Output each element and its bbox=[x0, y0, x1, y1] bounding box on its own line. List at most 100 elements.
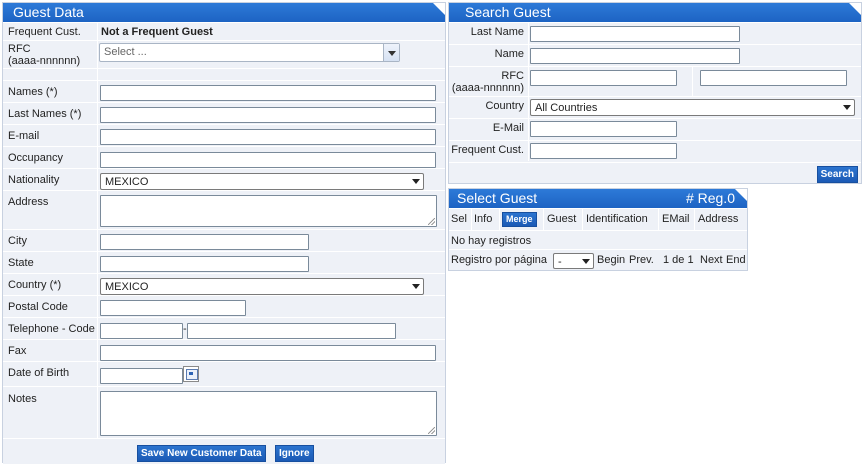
search-rfc-input-1[interactable] bbox=[530, 70, 677, 86]
fax-label: Fax bbox=[8, 345, 27, 357]
state-row: State bbox=[3, 251, 445, 273]
search-rfc-input-2[interactable] bbox=[700, 70, 847, 86]
per-page-select[interactable]: - bbox=[553, 253, 594, 269]
country-select[interactable]: MEXICO bbox=[100, 278, 424, 295]
state-input[interactable] bbox=[100, 256, 309, 272]
rfc-select[interactable]: Select ... bbox=[99, 43, 400, 62]
guest-data-title: Guest Data bbox=[13, 4, 84, 20]
col-sep bbox=[694, 209, 695, 230]
telephone-label: Telephone - Code bbox=[8, 323, 95, 335]
notes-textarea[interactable] bbox=[100, 391, 437, 436]
telephone-input[interactable] bbox=[100, 323, 183, 339]
pagination-page-info: 1 de 1 bbox=[663, 254, 694, 266]
rfc-label-line2: (aaaa-nnnnnn) bbox=[8, 55, 81, 67]
names-row: Names (*) bbox=[3, 80, 445, 102]
select-guest-title: Select Guest bbox=[457, 190, 538, 206]
telephone-row: Telephone - Code - bbox=[3, 317, 445, 339]
occupancy-label: Occupancy bbox=[8, 152, 64, 164]
empty-message: No hay registros bbox=[451, 235, 532, 247]
chevron-down-icon bbox=[412, 179, 420, 184]
last-names-input[interactable] bbox=[100, 107, 436, 123]
email-input[interactable] bbox=[100, 129, 436, 145]
telephone-code-input[interactable] bbox=[187, 323, 396, 339]
search-last-name-row: Last Name bbox=[449, 22, 861, 44]
search-frequent-input[interactable] bbox=[530, 143, 677, 159]
fax-row: Fax bbox=[3, 339, 445, 361]
buttons-row: Save New Customer Data Ignore bbox=[3, 438, 445, 464]
search-rfc-row: RFC (aaaa-nnnnnn) bbox=[449, 66, 861, 96]
search-email-input[interactable] bbox=[530, 121, 677, 137]
search-country-label: Country bbox=[485, 100, 524, 112]
col-sep bbox=[658, 209, 659, 230]
col-sep bbox=[543, 209, 544, 230]
postal-row: Postal Code bbox=[3, 295, 445, 317]
frequent-row: Frequent Cust. Not a Frequent Guest bbox=[3, 22, 445, 40]
select-guest-panel: Select Guest # Reg.0 Sel Info Merge Gues… bbox=[448, 188, 748, 271]
calendar-icon[interactable] bbox=[183, 366, 199, 382]
ignore-button[interactable]: Ignore bbox=[275, 445, 314, 462]
nationality-select[interactable]: MEXICO bbox=[100, 173, 424, 190]
fax-input[interactable] bbox=[100, 345, 436, 361]
guest-data-panel: Guest Data Frequent Cust. Not a Frequent… bbox=[2, 2, 446, 464]
search-last-name-label: Last Name bbox=[470, 26, 524, 38]
column-email[interactable]: EMail bbox=[662, 209, 690, 230]
country-value: MEXICO bbox=[105, 281, 149, 293]
search-guest-panel: Search Guest Last Name Name RFC (aaaa-nn… bbox=[448, 2, 862, 184]
search-last-name-input[interactable] bbox=[530, 26, 740, 42]
frequent-label: Frequent Cust. bbox=[8, 26, 81, 38]
header-corner bbox=[735, 189, 747, 201]
city-input[interactable] bbox=[100, 234, 309, 250]
header-corner bbox=[433, 3, 445, 15]
save-customer-button[interactable]: Save New Customer Data bbox=[137, 445, 266, 462]
resize-grip-icon[interactable] bbox=[428, 218, 435, 225]
search-guest-title: Search Guest bbox=[465, 4, 551, 20]
search-button[interactable]: Search bbox=[816, 166, 858, 183]
col-sep bbox=[499, 209, 500, 230]
state-label: State bbox=[8, 257, 34, 269]
pagination-prev[interactable]: Prev. bbox=[629, 254, 654, 266]
chevron-down-icon[interactable] bbox=[383, 44, 399, 61]
address-textarea[interactable] bbox=[100, 195, 437, 227]
resize-grip-icon[interactable] bbox=[428, 427, 435, 434]
names-label: Names (*) bbox=[8, 86, 58, 98]
column-info[interactable]: Info bbox=[474, 209, 492, 230]
nationality-label: Nationality bbox=[8, 174, 60, 186]
search-frequent-label: Frequent Cust. bbox=[451, 144, 524, 156]
nationality-value: MEXICO bbox=[105, 176, 149, 188]
empty-row: No hay registros bbox=[449, 230, 747, 249]
city-label: City bbox=[8, 235, 27, 247]
table-header-row: Sel Info Merge Guest Identification EMai… bbox=[449, 208, 747, 230]
search-name-label: Name bbox=[494, 48, 524, 60]
column-identification[interactable]: Identification bbox=[586, 209, 648, 230]
search-country-select[interactable]: All Countries bbox=[530, 99, 855, 116]
column-guest[interactable]: Guest bbox=[547, 209, 576, 230]
pagination-begin[interactable]: Begin bbox=[597, 254, 625, 266]
rfc-select-placeholder: Select ... bbox=[104, 46, 147, 58]
dob-row: Date of Birth bbox=[3, 361, 445, 386]
chevron-down-icon bbox=[843, 105, 851, 110]
merge-button[interactable]: Merge bbox=[502, 212, 537, 227]
country-row: Country (*) MEXICO bbox=[3, 273, 445, 295]
guest-data-header: Guest Data bbox=[3, 3, 445, 22]
address-row: Address bbox=[3, 190, 445, 229]
postal-input[interactable] bbox=[100, 300, 246, 316]
occupancy-row: Occupancy bbox=[3, 146, 445, 168]
country-label: Country (*) bbox=[8, 279, 62, 291]
column-address[interactable]: Address bbox=[698, 209, 738, 230]
city-row: City bbox=[3, 229, 445, 251]
search-guest-header: Search Guest bbox=[449, 3, 861, 22]
dob-input[interactable] bbox=[100, 368, 183, 384]
search-frequent-row: Frequent Cust. bbox=[449, 140, 861, 162]
pagination-end[interactable]: End bbox=[726, 254, 746, 266]
search-name-input[interactable] bbox=[530, 48, 740, 64]
pagination-next[interactable]: Next bbox=[700, 254, 723, 266]
address-label: Address bbox=[8, 196, 49, 208]
email-label: E-mail bbox=[8, 130, 40, 142]
rfc-row: RFC (aaaa-nnnnnn) Select ... bbox=[3, 40, 445, 68]
per-page-value: - bbox=[558, 256, 562, 268]
search-rfc-line2: (aaaa-nnnnnn) bbox=[451, 82, 524, 94]
rfc-label-line1: RFC bbox=[8, 43, 31, 55]
column-sel[interactable]: Sel bbox=[451, 209, 467, 230]
names-input[interactable] bbox=[100, 85, 436, 101]
occupancy-input[interactable] bbox=[100, 152, 436, 168]
